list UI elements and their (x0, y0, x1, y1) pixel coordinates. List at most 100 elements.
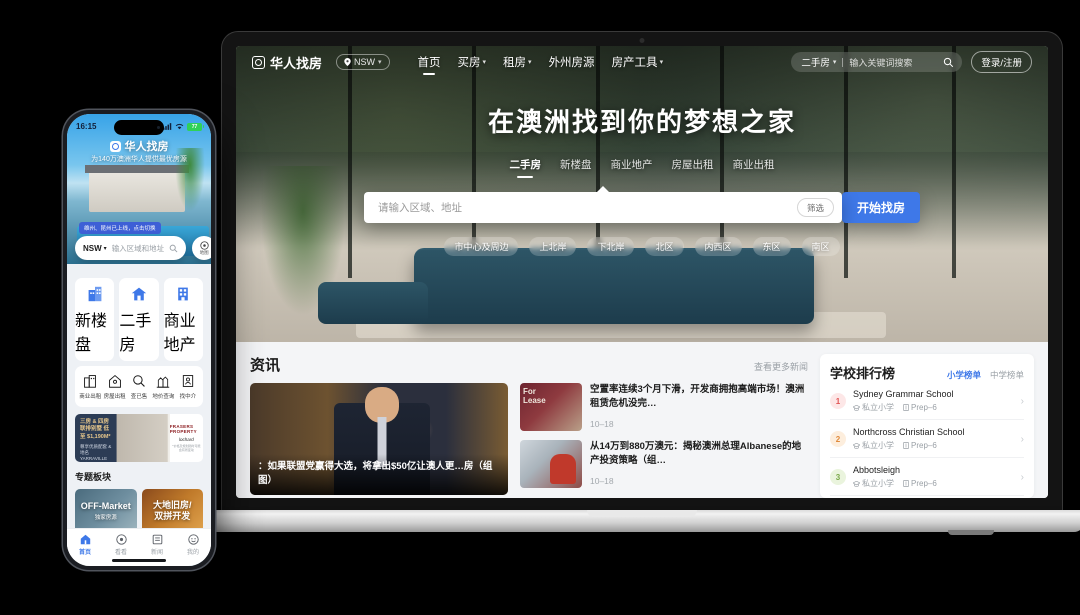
hero-tab-commercial[interactable]: 商业地产 (611, 157, 653, 172)
phone-tab-label: 看看 (114, 550, 127, 556)
hero-region-chips: 市中心及周边 上北岸 下北岸 北区 内西区 东区 南区 (236, 237, 1048, 256)
laptop-trackpad-notch (587, 510, 697, 517)
eye-icon (115, 534, 127, 545)
graduation-cap-icon (853, 404, 860, 411)
phone-brand: 华人找房 (67, 138, 211, 154)
phone-mockup: 16:15 77 华人找房 为140万澳洲华人提供最优房源 维州、昆州已上线，点… (63, 110, 215, 570)
region-chip-lower-north-shore[interactable]: 下北岸 (587, 237, 635, 256)
battery-indicator: 77 (187, 122, 204, 131)
phone-tab-bar: 首页 看看 新闻 我的 (67, 528, 211, 566)
region-switch-badge[interactable]: 维州、昆州已上线，点击切换 (79, 222, 161, 234)
phone-section-title: 专题板块 (75, 472, 112, 482)
region-label: NSW (354, 57, 376, 67)
nav-item-interstate[interactable]: 外州房源 (549, 54, 595, 70)
phone-tile-landdev[interactable]: 大地旧房/ 双拼开发 (141, 489, 203, 533)
search-input[interactable]: 输入关键词搜索 (849, 56, 937, 69)
search-divider (842, 57, 844, 67)
book-icon (903, 442, 909, 449)
login-register-button[interactable]: 登录/注册 (971, 51, 1032, 73)
nav-item-rent[interactable]: 租房 ▾ (503, 54, 532, 70)
office-icon (178, 287, 189, 301)
phone-quick-house-rent[interactable]: 房屋出租 (102, 374, 126, 400)
hero-filter-button[interactable]: 筛选 (796, 198, 834, 217)
status-time: 16:15 (76, 122, 97, 131)
phone-category-newproject[interactable]: 新楼盘 (75, 278, 115, 361)
phone-category-commercial[interactable]: 商业地产 (163, 278, 203, 361)
region-chip-inner-west[interactable]: 内西区 (694, 237, 742, 256)
chevron-down-icon: ▾ (482, 59, 487, 66)
news-list-item[interactable]: 从14万到880万澳元：揭秘澳洲总理Albanese的地产投资策略（组… 10–… (520, 440, 808, 488)
region-selector[interactable]: NSW ▾ (336, 54, 390, 70)
phone-ad-banner[interactable]: 三房 & 四房联排别墅 低至 $1,190M* 尊享优质配套 & 地名 YARR… (75, 414, 203, 462)
phone-body: 新楼盘 二手房 商业地产 商业出租 房屋出租 查已售 地价查询 找中介 三房 &… (67, 264, 211, 566)
phone-tab-profile[interactable]: 我的 (178, 534, 208, 556)
phone-category-label: 二手房 (119, 313, 152, 354)
book-icon (903, 480, 909, 487)
news-featured-card[interactable]: ：如果联盟党赢得大选，将拿出$50亿让澳人更…房（组图） (250, 383, 508, 495)
news-item-title: 空置率连续3个月下滑，开发商拥抱高端市场！澳洲租赁危机没完… (590, 384, 805, 410)
phone-quick-label: 房屋出租 (103, 394, 126, 400)
search-category-selector[interactable]: 二手房 ▾ (801, 55, 836, 69)
phone-tile-offmarket[interactable]: OFF-Market 独家房源 (75, 489, 137, 533)
school-grades: Prep–6 (903, 402, 937, 413)
school-ranking-panel: 学校排行榜 小学榜单 中学榜单 1 Sydney Grammar School (820, 354, 1034, 498)
phone-tab-news[interactable]: 新闻 (142, 534, 172, 556)
news-item-title: 从14万到880万澳元：揭秘澳洲总理Albanese的地产投资策略（组… (590, 441, 802, 467)
tab-secondary-school[interactable]: 中学榜单 (990, 369, 1024, 381)
global-search[interactable]: 二手房 ▾ 输入关键词搜索 (791, 52, 963, 72)
nav-item-buy[interactable]: 买房 ▾ (458, 54, 487, 70)
school-list-item[interactable]: 1 Sydney Grammar School 私立小学 Prep–6 › (830, 382, 1024, 420)
news-icon (152, 534, 162, 545)
news-item-date: 10–18 (590, 418, 614, 429)
region-chip-east[interactable]: 东区 (752, 237, 791, 256)
hero-search-submit-button[interactable]: 开始找房 (842, 192, 920, 223)
phone-search-row: NSW ▾ 输入区域和地址 地图 (75, 236, 211, 260)
status-indicators: 77 (163, 122, 204, 131)
phone-search-bar[interactable]: NSW ▾ 输入区域和地址 (75, 236, 187, 260)
school-type-label: 私立小学 (862, 441, 894, 450)
phone-ad-brand-secondary: lochard (178, 436, 194, 442)
phone-map-button[interactable]: 地图 (192, 236, 211, 260)
region-chip-cbd[interactable]: 市中心及周边 (444, 237, 519, 256)
news-list-item[interactable]: 空置率连续3个月下滑，开发商拥抱高端市场！澳洲租赁危机没完… 10–18 (520, 383, 808, 431)
school-list-item[interactable]: 3 Abbotsleigh 私立小学 Prep–6 › (830, 458, 1024, 496)
search-icon[interactable] (169, 244, 178, 253)
chevron-right-icon: › (1020, 471, 1024, 483)
tab-primary-school[interactable]: 小学榜单 (947, 369, 981, 381)
phone-region-selector[interactable]: NSW ▾ (83, 244, 107, 253)
phone-ad-disclaimer: *价格及规划随时可能会有所变动 (172, 443, 201, 452)
school-meta: 私立小学 Prep–6 (853, 478, 1014, 489)
phone-ad-headline: 三房 & 四房联排别墅 低至 $1,190M* (80, 419, 111, 440)
laptop-camera-icon (639, 38, 645, 43)
hero-search-input[interactable]: 请输入区域、地址 (378, 200, 797, 215)
phone-quick-sold[interactable]: 查已售 (127, 374, 151, 400)
hero-tab-houserent[interactable]: 房屋出租 (672, 157, 714, 172)
region-chip-north[interactable]: 北区 (645, 237, 684, 256)
search-icon[interactable] (943, 57, 954, 68)
brand-logo-group[interactable]: 华人找房 (252, 53, 322, 72)
hero-tab-commercialrent[interactable]: 商业出租 (733, 157, 775, 172)
hero-tab-secondhand[interactable]: 二手房 (510, 157, 542, 172)
shop-rent-icon (84, 375, 97, 388)
phone-tab-home[interactable]: 首页 (70, 534, 100, 556)
hero-search-bar[interactable]: 请输入区域、地址 筛选 (364, 192, 842, 223)
phone-quick-commercial-rent[interactable]: 商业出租 (78, 374, 102, 400)
phone-quick-label: 地价查询 (152, 394, 175, 400)
hero-title: 在澳洲找到你的梦想之家 (487, 107, 796, 137)
region-chip-upper-north-shore[interactable]: 上北岸 (529, 237, 577, 256)
region-chip-south[interactable]: 南区 (801, 237, 840, 256)
phone-quick-land-price[interactable]: 地价查询 (151, 374, 175, 400)
phone-category-secondhand[interactable]: 二手房 (119, 278, 159, 361)
phone-quick-agent[interactable]: 找中介 (176, 374, 200, 400)
school-list-item[interactable]: 2 Northcross Christian School 私立小学 Prep–… (830, 420, 1024, 458)
nav-item-home[interactable]: 首页 (418, 54, 441, 70)
phone-search-input[interactable]: 输入区域和地址 (112, 243, 165, 254)
phone-ad-brand-block: FRASERS PROPERTY lochard *价格及规划随时可能会有所变动 (169, 414, 203, 462)
hero-tab-newproject[interactable]: 新楼盘 (560, 157, 592, 172)
phone-ad-sub: 尊享优质配套 & 地名 YARRAVILLE 黄金地段 (80, 444, 112, 462)
nav-label: 买房 (457, 57, 481, 69)
news-more-link[interactable]: 查看更多新闻 (754, 360, 808, 373)
nav-item-tools[interactable]: 房产工具 ▾ (612, 54, 664, 70)
phone-tab-browse[interactable]: 看看 (106, 534, 136, 556)
hero-sofa (318, 250, 814, 324)
